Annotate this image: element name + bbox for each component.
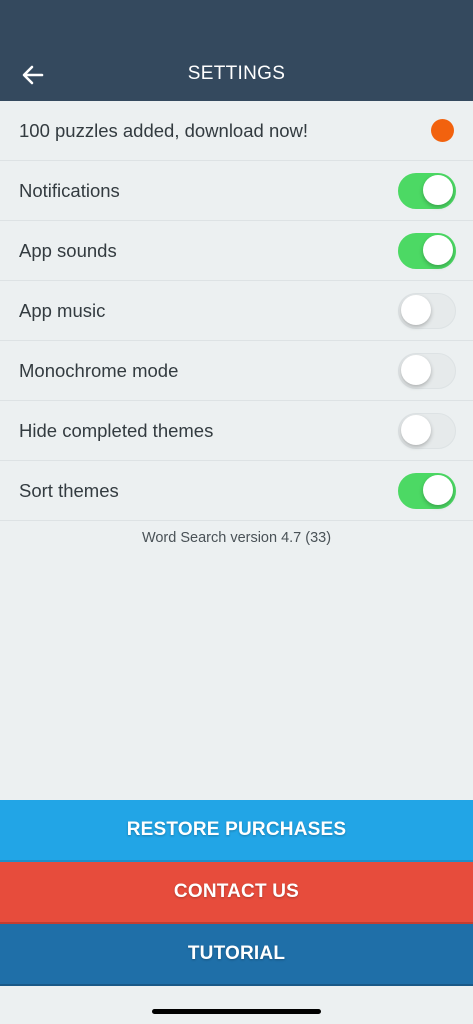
- setting-row-app-sounds: App sounds: [0, 221, 473, 281]
- home-indicator: [152, 1009, 321, 1014]
- setting-row-sort-themes: Sort themes: [0, 461, 473, 521]
- restore-purchases-button[interactable]: RESTORE PURCHASES: [0, 800, 473, 862]
- toggle-knob: [400, 355, 431, 385]
- setting-row-monochrome-mode: Monochrome mode: [0, 341, 473, 401]
- page-title: SETTINGS: [187, 63, 286, 84]
- toggle-knob: [400, 295, 431, 325]
- setting-label: Sort themes: [19, 479, 119, 501]
- settings-list: 100 puzzles added, download now! Notific…: [0, 101, 473, 521]
- setting-label: App music: [19, 299, 106, 321]
- download-notice-label: 100 puzzles added, download now!: [19, 119, 309, 141]
- toggle-knob: [422, 175, 453, 205]
- tutorial-button[interactable]: TUTORIAL: [0, 924, 473, 986]
- app-sounds-toggle[interactable]: [398, 232, 456, 269]
- toggle-knob: [400, 415, 431, 445]
- version-text: Word Search version 4.7 (33): [141, 530, 332, 546]
- sort-themes-toggle[interactable]: [398, 472, 456, 509]
- notifications-toggle[interactable]: [398, 172, 456, 209]
- setting-label: App sounds: [19, 239, 117, 261]
- contact-us-button[interactable]: CONTACT US: [0, 862, 473, 924]
- setting-label: Hide completed themes: [19, 419, 214, 441]
- setting-row-hide-completed-themes: Hide completed themes: [0, 401, 473, 461]
- hide-completed-themes-toggle[interactable]: [398, 412, 456, 449]
- setting-row-notifications: Notifications: [0, 161, 473, 221]
- download-notice-row[interactable]: 100 puzzles added, download now!: [0, 101, 473, 161]
- top-bar: SETTINGS: [0, 0, 473, 101]
- setting-row-app-music: App music: [0, 281, 473, 341]
- setting-label: Monochrome mode: [19, 359, 179, 381]
- notification-dot: [431, 119, 454, 142]
- setting-label: Notifications: [19, 179, 120, 201]
- toggle-knob: [422, 475, 453, 505]
- monochrome-mode-toggle[interactable]: [398, 352, 456, 389]
- toggle-knob: [422, 235, 453, 265]
- app-music-toggle[interactable]: [398, 292, 456, 329]
